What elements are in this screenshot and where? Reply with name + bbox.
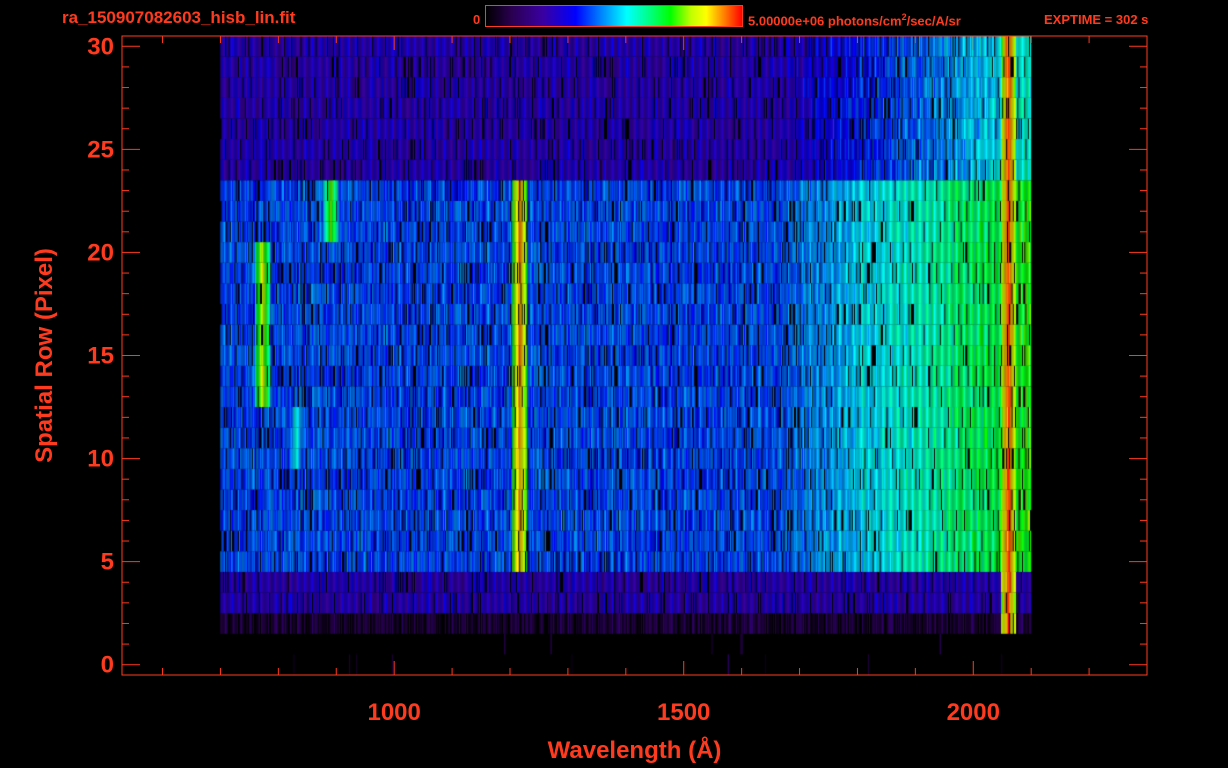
x-tick-label: 2000 [947, 699, 1000, 726]
x-tick-label: 1500 [657, 699, 710, 726]
y-tick-label: 20 [87, 239, 114, 266]
y-tick-label: 5 [101, 549, 114, 576]
plot-frame [121, 35, 1148, 676]
x-tick-label: 1000 [367, 699, 420, 726]
plot-axes: 1000 1500 2000 0 5 10 15 20 25 30 Wavelength (Å)… [31, 33, 1148, 764]
y-tick-label: 25 [87, 136, 114, 163]
y-axis-label: Spatial Row (Pixel) [31, 248, 58, 463]
y-tick-label: 0 [101, 652, 114, 679]
y-ticks: 0 5 10 15 20 25 30 [87, 33, 1147, 679]
y-tick-label: 10 [87, 446, 114, 473]
x-ticks: 1000 1500 2000 [162, 36, 1090, 726]
y-tick-label: 15 [87, 343, 114, 370]
x-axis-label: Wavelength (Å) [548, 736, 722, 764]
y-tick-label: 30 [87, 33, 114, 60]
